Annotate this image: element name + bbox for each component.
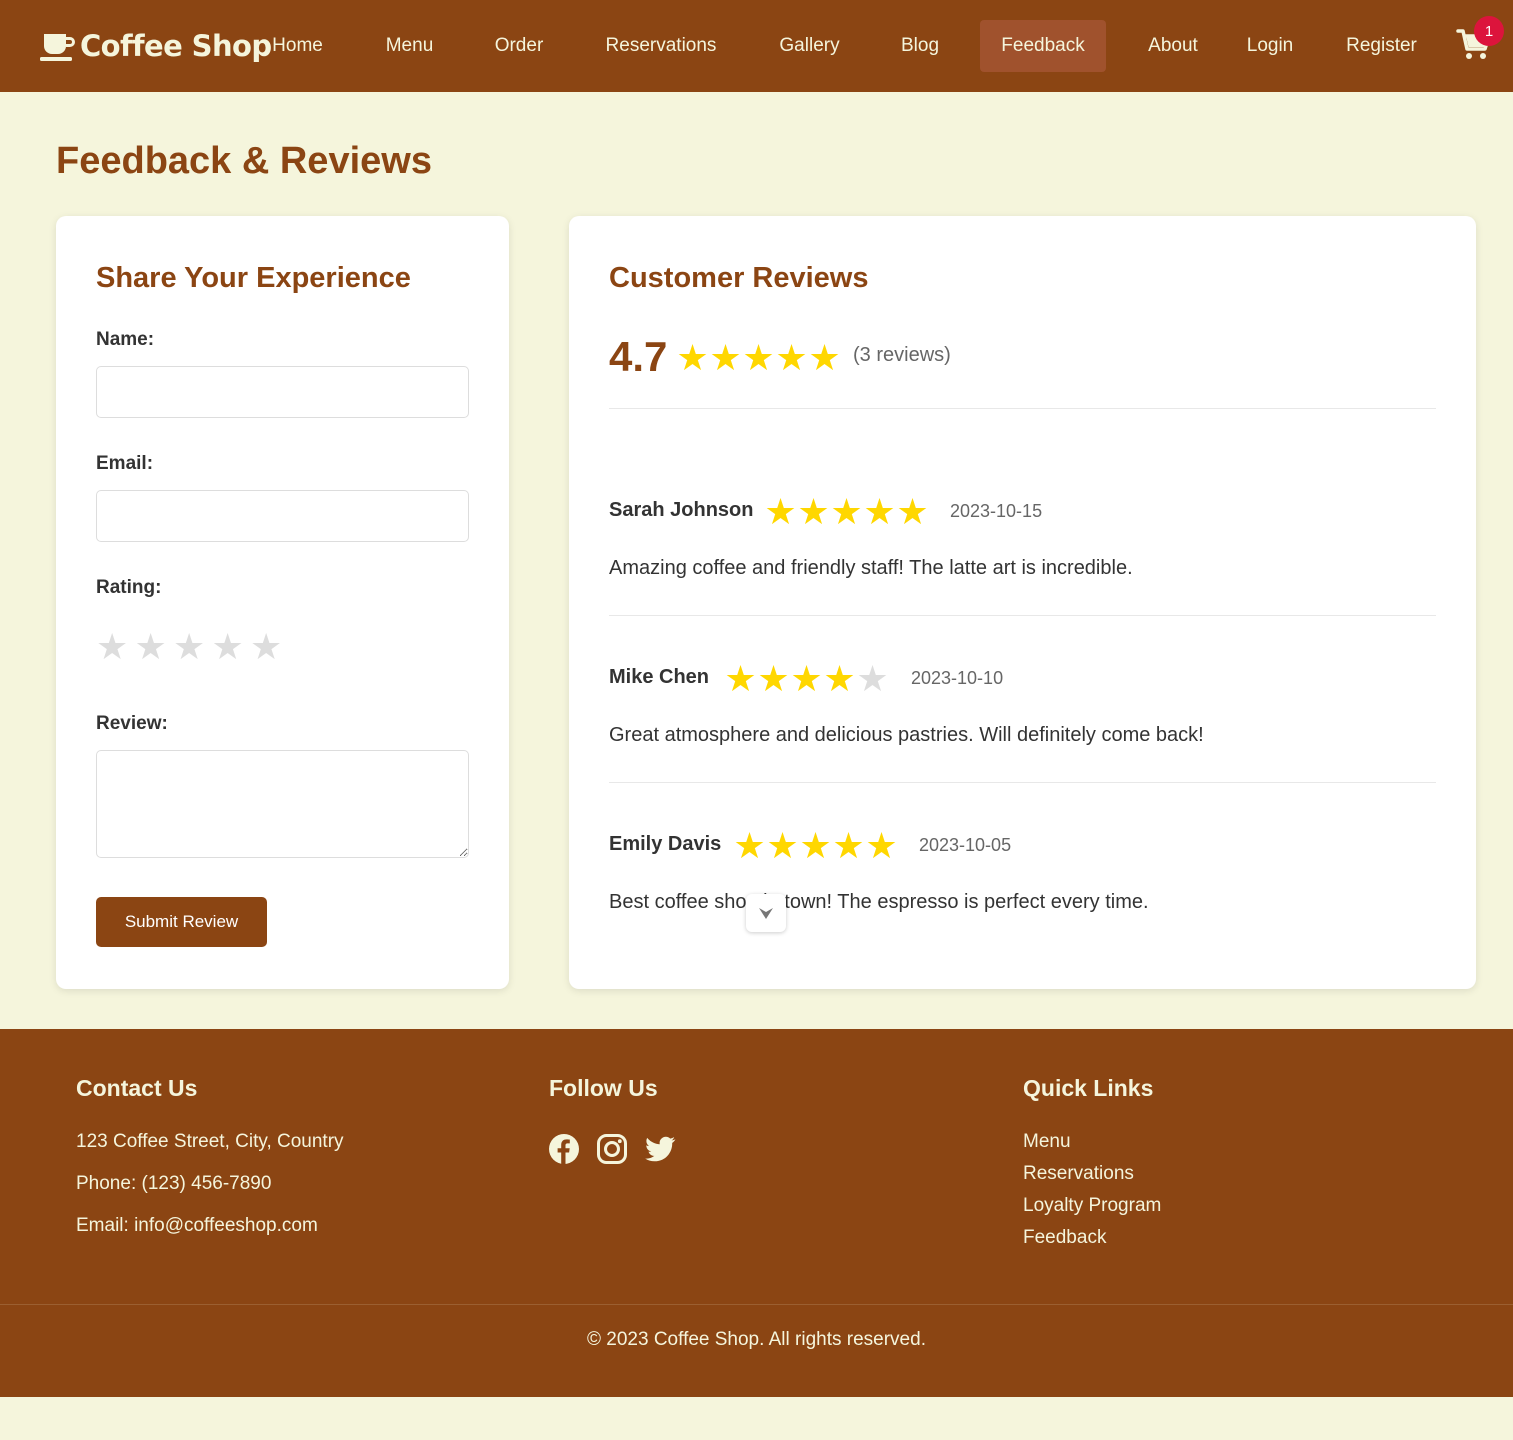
star-filled-icon: ★ xyxy=(733,825,766,866)
star-filled-icon: ★ xyxy=(676,337,709,378)
contact-phone: Phone: (123) 456-7890 xyxy=(76,1173,272,1194)
nav-gallery[interactable]: Gallery xyxy=(779,20,840,72)
star-filled-icon: ★ xyxy=(799,825,832,866)
form-title: Share Your Experience xyxy=(96,262,411,294)
review-date: 2023-10-05 xyxy=(919,835,1012,855)
review-text: Best coffee shop in town! The espresso i… xyxy=(609,891,1149,913)
cart-count-badge: 1 xyxy=(1474,16,1504,46)
review-textarea[interactable] xyxy=(96,750,469,858)
feedback-form-card: Share Your Experience Name: Email: Ratin… xyxy=(56,216,509,989)
contact-email: Email: info@coffeeshop.com xyxy=(76,1215,318,1236)
nav-feedback[interactable]: Feedback xyxy=(980,20,1106,72)
star-empty-icon: ★ xyxy=(856,658,889,699)
submit-review-button[interactable]: Submit Review xyxy=(96,897,267,947)
rating-star-1[interactable]: ★ xyxy=(96,626,129,668)
star-filled-icon: ★ xyxy=(808,337,841,378)
star-filled-icon: ★ xyxy=(865,825,898,866)
nav-home[interactable]: Home xyxy=(271,20,324,72)
chevron-down-icon xyxy=(759,908,773,919)
instagram-icon[interactable] xyxy=(596,1133,628,1165)
name-label: Name: xyxy=(96,329,155,350)
navbar: Coffee Shop Home Menu Order Reservations… xyxy=(0,0,1513,92)
star-filled-icon: ★ xyxy=(742,337,775,378)
nav-order[interactable]: Order xyxy=(494,20,544,72)
review-date: 2023-10-15 xyxy=(950,501,1043,521)
review-stars: ★ ★ ★ ★ ★ xyxy=(724,659,889,699)
review-author: Sarah Johnson xyxy=(609,499,754,521)
review-date: 2023-10-10 xyxy=(911,668,1004,688)
nav-login[interactable]: Login xyxy=(1245,20,1295,72)
star-filled-icon: ★ xyxy=(823,658,856,699)
footer-divider xyxy=(0,1304,1513,1305)
email-input[interactable] xyxy=(96,490,469,542)
facebook-icon[interactable] xyxy=(548,1133,580,1165)
average-rating: 4.7 xyxy=(609,333,668,380)
twitter-icon[interactable] xyxy=(644,1133,676,1165)
brand-name: Coffee Shop xyxy=(80,29,272,63)
nav-menu[interactable]: Menu xyxy=(385,20,434,72)
review-divider xyxy=(609,615,1436,616)
reviews-card: Customer Reviews 4.7 ★ ★ ★ ★ ★ (3 reviews) S… xyxy=(569,216,1476,989)
footer-link-reservations[interactable]: Reservations xyxy=(1023,1163,1134,1185)
page-title: Feedback & Reviews xyxy=(56,140,432,182)
rating-star-4[interactable]: ★ xyxy=(212,626,245,668)
review-stars: ★ ★ ★ ★ ★ xyxy=(733,826,898,866)
footer-link-feedback[interactable]: Feedback xyxy=(1023,1227,1106,1249)
star-filled-icon: ★ xyxy=(764,491,797,532)
review-author: Mike Chen xyxy=(609,666,710,688)
quick-links-heading: Quick Links xyxy=(1023,1075,1154,1101)
review-divider xyxy=(609,782,1436,783)
star-filled-icon: ★ xyxy=(757,658,790,699)
star-filled-icon: ★ xyxy=(896,491,929,532)
review-label: Review: xyxy=(96,713,168,734)
nav-blog[interactable]: Blog xyxy=(900,20,940,72)
review-stars: ★ ★ ★ ★ ★ xyxy=(764,492,929,532)
scroll-down-button[interactable] xyxy=(746,894,786,932)
footer-link-loyalty-program[interactable]: Loyalty Program xyxy=(1023,1195,1161,1217)
footer-link-menu[interactable]: Menu xyxy=(1023,1131,1071,1153)
copyright: © 2023 Coffee Shop. All rights reserved. xyxy=(587,1329,926,1350)
follow-heading: Follow Us xyxy=(549,1075,658,1101)
star-filled-icon: ★ xyxy=(766,825,799,866)
rating-star-5[interactable]: ★ xyxy=(250,626,283,668)
brand-logo[interactable]: Coffee Shop xyxy=(40,28,272,64)
star-filled-icon: ★ xyxy=(830,491,863,532)
email-label: Email: xyxy=(96,453,154,474)
review-text: Great atmosphere and delicious pastries.… xyxy=(609,724,1204,746)
star-filled-icon: ★ xyxy=(775,337,808,378)
star-filled-icon: ★ xyxy=(863,491,896,532)
star-filled-icon: ★ xyxy=(790,658,823,699)
nav-register[interactable]: Register xyxy=(1345,20,1418,72)
nav-reservations[interactable]: Reservations xyxy=(603,20,719,72)
contact-heading: Contact Us xyxy=(76,1075,198,1101)
star-filled-icon: ★ xyxy=(797,491,830,532)
rating-star-3[interactable]: ★ xyxy=(173,626,206,668)
star-filled-icon: ★ xyxy=(832,825,865,866)
star-filled-icon: ★ xyxy=(709,337,742,378)
review-text: Amazing coffee and friendly staff! The l… xyxy=(609,557,1133,579)
summary-divider xyxy=(609,408,1436,409)
name-input[interactable] xyxy=(96,366,469,418)
average-stars: ★ ★ ★ ★ ★ xyxy=(676,338,841,378)
reviews-title: Customer Reviews xyxy=(609,262,869,294)
star-filled-icon: ★ xyxy=(724,658,757,699)
rating-stars-input[interactable]: ★ ★ ★ ★ ★ xyxy=(96,626,283,668)
rating-label: Rating: xyxy=(96,577,162,598)
coffee-cup-icon xyxy=(40,34,75,61)
footer: Contact Us 123 Coffee Street, City, Coun… xyxy=(0,1029,1513,1397)
nav-about[interactable]: About xyxy=(1146,20,1200,72)
rating-star-2[interactable]: ★ xyxy=(135,626,168,668)
contact-address: 123 Coffee Street, City, Country xyxy=(76,1131,344,1152)
review-author: Emily Davis xyxy=(609,833,722,855)
review-count: (3 reviews) xyxy=(853,344,951,366)
